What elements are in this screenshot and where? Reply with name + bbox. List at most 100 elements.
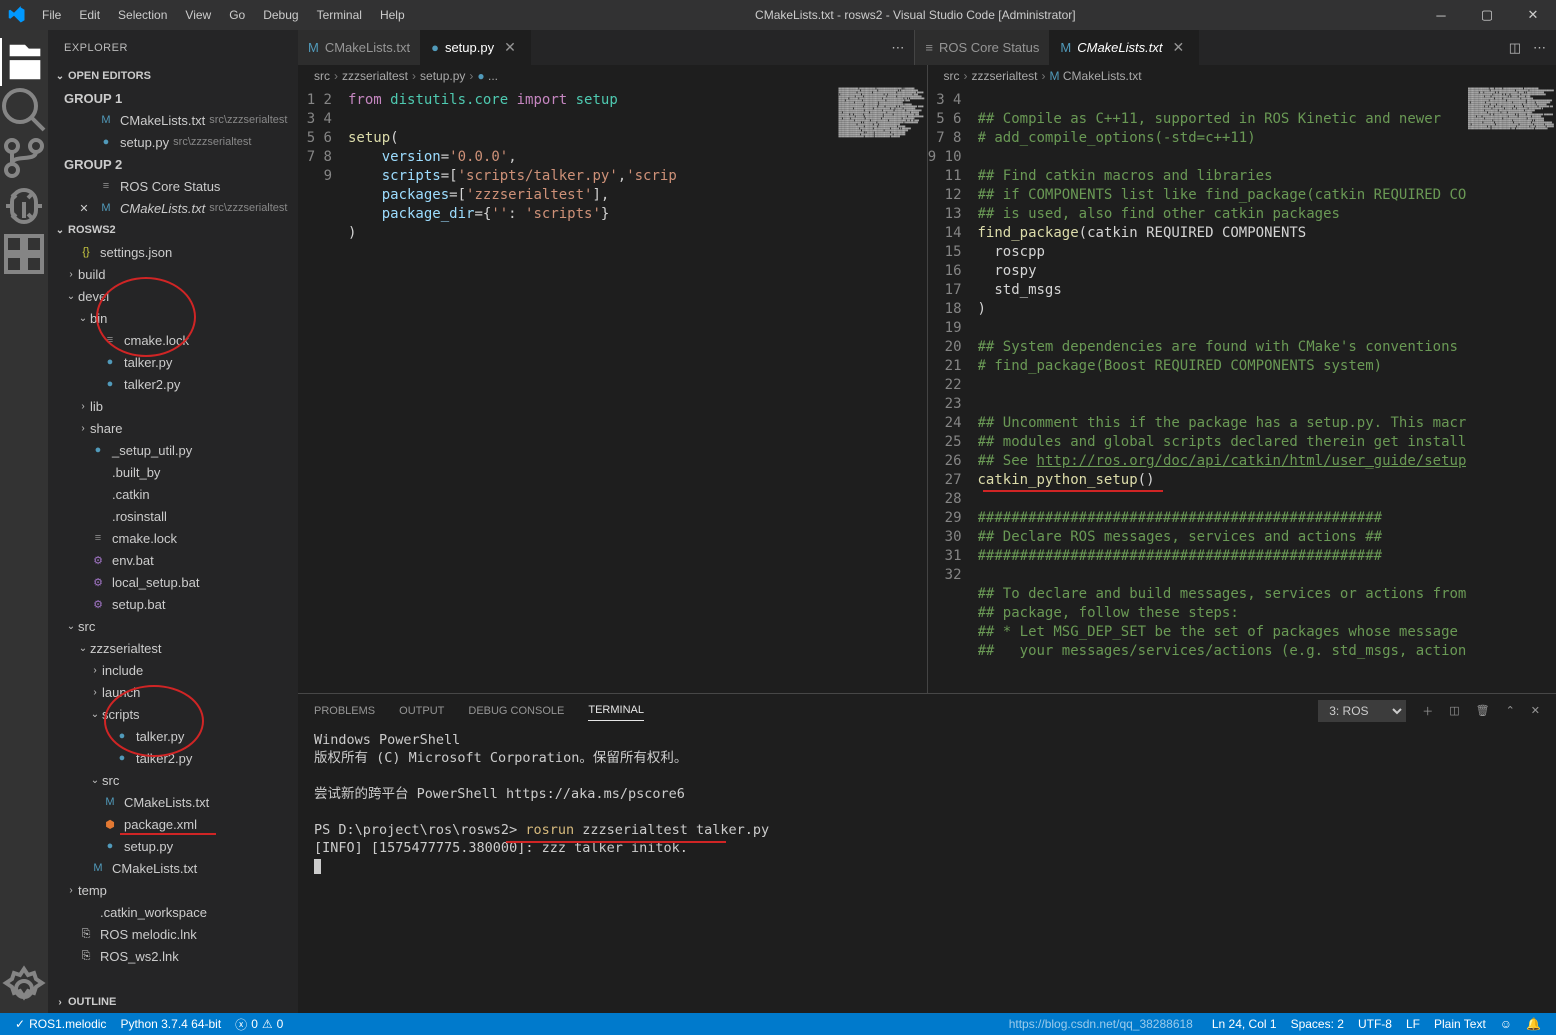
folder-bin[interactable]: ⌄bin xyxy=(48,307,298,329)
file-setup.py[interactable]: ●setup.py xyxy=(48,835,298,857)
file-.rosinstall[interactable]: .rosinstall xyxy=(48,505,298,527)
status-feedback[interactable]: ☺ xyxy=(1493,1017,1519,1031)
file-.catkin_workspace[interactable]: .catkin_workspace xyxy=(48,901,298,923)
status-indent[interactable]: Spaces: 2 xyxy=(1284,1017,1351,1031)
open-editors-header[interactable]: ⌄OPEN EDITORS xyxy=(48,65,298,87)
outline-header[interactable]: ›OUTLINE xyxy=(48,991,298,1013)
status-cursor[interactable]: Ln 24, Col 1 xyxy=(1205,1017,1284,1031)
folder-devel[interactable]: ⌄devel xyxy=(48,285,298,307)
maximize-panel-icon[interactable]: ⌃ xyxy=(1506,704,1515,717)
editor-right[interactable]: 3 4 5 6 7 8 9 10 11 12 13 14 15 16 17 18… xyxy=(928,87,1556,693)
status-problems[interactable]: ⓧ 0 ⚠ 0 xyxy=(228,1016,290,1033)
breadcrumbs-left[interactable]: src›zzzserialtest›setup.py›● ... xyxy=(298,65,927,87)
file-setup.bat[interactable]: ⚙setup.bat xyxy=(48,593,298,615)
menu-edit[interactable]: Edit xyxy=(71,4,108,26)
split-icon[interactable]: ◫ xyxy=(1509,40,1521,56)
close-button[interactable]: ✕ xyxy=(1510,0,1556,30)
file-talker.py[interactable]: ●talker.py xyxy=(48,351,298,373)
menu-view[interactable]: View xyxy=(177,4,219,26)
breadcrumb-item[interactable]: zzzserialtest xyxy=(972,69,1038,83)
status-language[interactable]: Plain Text xyxy=(1427,1017,1493,1031)
file-settings.json[interactable]: {}settings.json xyxy=(48,241,298,263)
menu-selection[interactable]: Selection xyxy=(110,4,175,26)
panel-tab-terminal[interactable]: TERMINAL xyxy=(588,700,644,721)
file-talker.py[interactable]: ●talker.py xyxy=(48,725,298,747)
panel-tab-debug-console[interactable]: DEBUG CONSOLE xyxy=(468,701,564,721)
panel-tab-output[interactable]: OUTPUT xyxy=(399,701,444,721)
editor-left[interactable]: 1 2 3 4 5 6 7 8 9 from distutils.core im… xyxy=(298,87,927,693)
new-terminal-icon[interactable]: ＋ xyxy=(1422,703,1433,719)
menu-help[interactable]: Help xyxy=(372,4,413,26)
file-talker2.py[interactable]: ●talker2.py xyxy=(48,373,298,395)
extensions-icon[interactable] xyxy=(0,230,48,278)
explorer-icon[interactable] xyxy=(0,38,48,86)
menu-terminal[interactable]: Terminal xyxy=(309,4,370,26)
source-control-icon[interactable] xyxy=(0,134,48,182)
breadcrumb-item[interactable]: src xyxy=(314,69,330,83)
file-package.xml[interactable]: ⬢package.xml xyxy=(48,813,298,835)
folder-share[interactable]: ›share xyxy=(48,417,298,439)
tab-setup-py[interactable]: ●setup.py✕ xyxy=(421,30,531,65)
more-icon[interactable]: ⋯ xyxy=(891,40,904,56)
menu-debug[interactable]: Debug xyxy=(255,4,306,26)
file-local_setup.bat[interactable]: ⚙local_setup.bat xyxy=(48,571,298,593)
breadcrumb-item[interactable]: M CMakeLists.txt xyxy=(1050,69,1142,83)
folder-scripts[interactable]: ⌄scripts xyxy=(48,703,298,725)
open-editor-item[interactable]: MCMakeLists.txtsrc\zzzserialtest xyxy=(48,109,298,131)
status-eol[interactable]: LF xyxy=(1399,1017,1427,1031)
folder-include[interactable]: ›include xyxy=(48,659,298,681)
file-ros_ws2.lnk[interactable]: ⎘ROS_ws2.lnk xyxy=(48,945,298,967)
maximize-button[interactable]: ▢ xyxy=(1464,0,1510,30)
status-encoding[interactable]: UTF-8 xyxy=(1351,1017,1399,1031)
close-icon[interactable]: ✕ xyxy=(1168,39,1188,56)
close-panel-icon[interactable]: ✕ xyxy=(1531,704,1540,717)
search-icon[interactable] xyxy=(0,86,48,134)
folder-src[interactable]: ⌄src xyxy=(48,769,298,791)
workspace-header[interactable]: ⌄ROSWS2 xyxy=(48,219,298,241)
menu-go[interactable]: Go xyxy=(221,4,253,26)
folder-launch[interactable]: ›launch xyxy=(48,681,298,703)
status-python[interactable]: Python 3.7.4 64-bit xyxy=(113,1017,228,1031)
kill-terminal-icon[interactable]: 🗑 xyxy=(1476,704,1490,717)
breadcrumb-item[interactable]: ● ... xyxy=(477,69,498,83)
terminal-select[interactable]: 3: ROS xyxy=(1318,700,1406,722)
settings-icon[interactable] xyxy=(0,965,48,1013)
file-cmake.lock[interactable]: ≡cmake.lock xyxy=(48,329,298,351)
folder-temp[interactable]: ›temp xyxy=(48,879,298,901)
menu-file[interactable]: File xyxy=(34,4,69,26)
folder-build[interactable]: ›build xyxy=(48,263,298,285)
file-cmake.lock[interactable]: ≡cmake.lock xyxy=(48,527,298,549)
file-cmakelists.txt[interactable]: MCMakeLists.txt xyxy=(48,857,298,879)
file-talker2.py[interactable]: ●talker2.py xyxy=(48,747,298,769)
split-terminal-icon[interactable]: ◫ xyxy=(1449,704,1459,717)
file-env.bat[interactable]: ⚙env.bat xyxy=(48,549,298,571)
status-ros[interactable]: ✓ ROS1.melodic xyxy=(8,1017,113,1031)
open-editor-item[interactable]: ●setup.pysrc\zzzserialtest xyxy=(48,131,298,153)
minimap[interactable]: ██████████████████████ █████████████████… xyxy=(837,87,927,693)
close-icon[interactable]: ✕ xyxy=(76,200,92,216)
open-editor-item[interactable]: ≡ROS Core Status xyxy=(48,175,298,197)
breadcrumb-item[interactable]: setup.py xyxy=(420,69,465,83)
file-_setup_util.py[interactable]: ●_setup_util.py xyxy=(48,439,298,461)
tab-cmakelists-txt[interactable]: MCMakeLists.txt✕ xyxy=(1050,30,1199,65)
tab-ros-core-status[interactable]: ≡ROS Core Status xyxy=(915,30,1050,65)
folder-src[interactable]: ⌄src xyxy=(48,615,298,637)
debug-icon[interactable] xyxy=(0,182,48,230)
more-icon[interactable]: ⋯ xyxy=(1533,40,1546,56)
file-.catkin[interactable]: .catkin xyxy=(48,483,298,505)
breadcrumb-item[interactable]: src xyxy=(944,69,960,83)
breadcrumbs-right[interactable]: src›zzzserialtest›M CMakeLists.txt xyxy=(927,65,1556,87)
folder-zzzserialtest[interactable]: ⌄zzzserialtest xyxy=(48,637,298,659)
open-editor-item[interactable]: ✕MCMakeLists.txtsrc\zzzserialtest xyxy=(48,197,298,219)
file-.built_by[interactable]: .built_by xyxy=(48,461,298,483)
file-cmakelists.txt[interactable]: MCMakeLists.txt xyxy=(48,791,298,813)
tab-cmakelists-txt[interactable]: MCMakeLists.txt xyxy=(298,30,421,65)
file-ros melodic.lnk[interactable]: ⎘ROS melodic.lnk xyxy=(48,923,298,945)
status-notifications[interactable]: 🔔 xyxy=(1519,1017,1548,1031)
panel-tab-problems[interactable]: PROBLEMS xyxy=(314,701,375,721)
minimize-button[interactable]: ─ xyxy=(1418,0,1464,30)
close-icon[interactable]: ✕ xyxy=(500,39,520,56)
terminal[interactable]: Windows PowerShell 版权所有 (C) Microsoft Co… xyxy=(298,727,1556,1013)
breadcrumb-item[interactable]: zzzserialtest xyxy=(342,69,408,83)
folder-lib[interactable]: ›lib xyxy=(48,395,298,417)
